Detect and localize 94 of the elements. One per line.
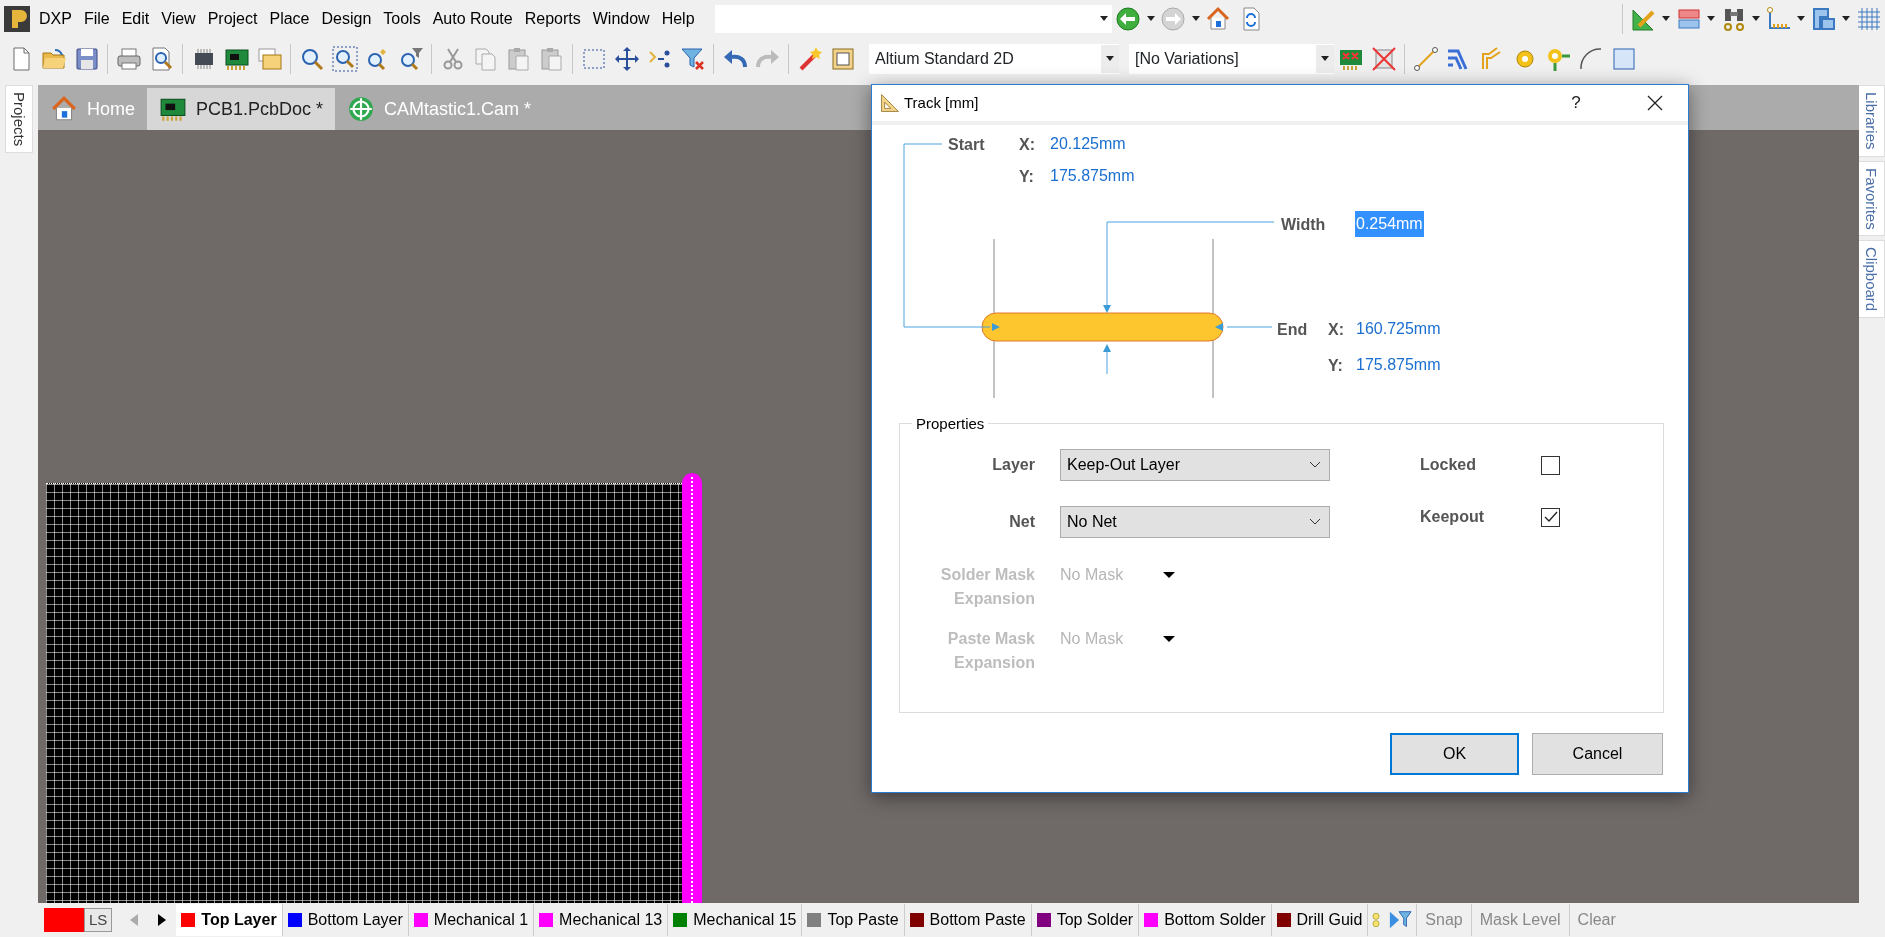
grid-icon[interactable]: [1855, 6, 1882, 32]
menu-item[interactable]: Edit: [115, 7, 156, 31]
align-bars-icon[interactable]: [1675, 6, 1702, 32]
group-title: Properties: [915, 416, 986, 431]
home-icon[interactable]: [1205, 6, 1232, 32]
coordinate-label: X:: [1328, 320, 1344, 340]
start-label: Start: [948, 135, 985, 155]
crossed-chip-icon[interactable]: [1370, 46, 1397, 72]
printer-icon[interactable]: [115, 46, 142, 72]
caret-icon[interactable]: [1662, 16, 1670, 22]
chevron-down-icon: [1309, 518, 1321, 526]
layer-tab[interactable]: Top Solder: [1031, 904, 1140, 936]
side-panel-tab[interactable]: Libraries: [1859, 85, 1885, 157]
back-icon[interactable]: [1115, 6, 1142, 32]
layer-tab[interactable]: Bottom Paste: [904, 904, 1032, 936]
circuit-board-icon[interactable]: [223, 46, 250, 72]
dimension-ruler-icon[interactable]: [1765, 6, 1792, 32]
checkbox[interactable]: [1541, 455, 1560, 475]
caret-icon[interactable]: [1707, 16, 1715, 22]
dropdown[interactable]: No Net: [1060, 506, 1330, 538]
dropdown[interactable]: Keep-Out Layer: [1060, 449, 1330, 481]
end-label: End: [1277, 320, 1308, 340]
caret-icon[interactable]: [1797, 16, 1805, 22]
dropdown-caret-icon[interactable]: [1321, 56, 1329, 62]
layer-tab[interactable]: Bottom Layer: [282, 904, 409, 936]
caret-icon[interactable]: [1146, 16, 1155, 22]
caret-icon[interactable]: [1191, 16, 1200, 22]
help-button[interactable]: ?: [1566, 90, 1586, 116]
field-label: Layer: [991, 455, 1035, 475]
layer-tab[interactable]: Top Paste: [802, 904, 905, 936]
document-tab[interactable]: PCB1.PcbDoc *: [147, 88, 336, 130]
side-panel-tab[interactable]: Projects: [4, 85, 34, 154]
side-panel-tab[interactable]: Clipboard: [1859, 240, 1885, 319]
checkbox-label: Locked: [1420, 455, 1477, 475]
next-icon[interactable]: [157, 914, 168, 926]
ruler-frame-icon[interactable]: [829, 46, 856, 72]
field-label: Paste Mask Expansion: [946, 629, 1035, 673]
address-field[interactable]: [714, 5, 1112, 33]
variant-dropdown[interactable]: [No Variations]: [1129, 44, 1334, 74]
menu-item[interactable]: Tools: [377, 7, 427, 31]
coordinate-label: Y:: [1019, 167, 1034, 187]
coordinate-field[interactable]: 175.875mm: [1049, 163, 1136, 189]
caret-icon: [1163, 635, 1176, 643]
caret-icon[interactable]: [1842, 16, 1850, 22]
layer-tab[interactable]: Drill Guid: [1271, 904, 1369, 936]
coordinate-label: Y:: [1328, 356, 1343, 376]
layer-set-button[interactable]: LS: [84, 908, 113, 932]
arc-icon[interactable]: [1577, 46, 1604, 72]
shapes-icon[interactable]: [1810, 6, 1837, 32]
field-label: Solder Mask Expansion: [939, 565, 1035, 609]
menu-item[interactable]: Design: [315, 7, 378, 31]
close-icon[interactable]: [1647, 95, 1663, 111]
field-label: Net: [1008, 512, 1035, 532]
menu-item[interactable]: DXP: [33, 7, 78, 31]
app-logo-icon[interactable]: [3, 6, 30, 32]
width-label: Width: [1281, 215, 1326, 235]
checkbox-label: Keepout: [1420, 507, 1485, 527]
menu-item[interactable]: File: [77, 7, 116, 31]
menu-item[interactable]: Reports: [518, 7, 587, 31]
menu-item[interactable]: Project: [201, 7, 264, 31]
layer-tab[interactable]: Mechanical 15: [668, 904, 803, 936]
dialog-title: Track [mm]: [904, 92, 979, 113]
menu-item[interactable]: View: [155, 7, 202, 31]
menu-item[interactable]: Window: [586, 7, 656, 31]
house-icon: [50, 95, 78, 123]
menu-item[interactable]: Auto Route: [426, 7, 519, 31]
layer-tab[interactable]: Mechanical 13: [534, 904, 669, 936]
crosshair-circle-icon: [347, 95, 376, 123]
current-layer-swatch[interactable]: [44, 908, 84, 932]
coordinate-label: X:: [1019, 135, 1035, 155]
zoom-area-icon[interactable]: [331, 46, 358, 72]
side-panel-tab[interactable]: Favorites: [1859, 160, 1885, 237]
dialog-button[interactable]: Cancel: [1532, 733, 1663, 775]
checkbox[interactable]: [1541, 507, 1560, 527]
caret-icon: [1163, 571, 1176, 579]
clear-filter-icon[interactable]: [679, 46, 706, 72]
save-icon[interactable]: [73, 46, 100, 72]
coordinate-field[interactable]: 160.725mm: [1355, 316, 1442, 342]
route-line-icon[interactable]: [1412, 46, 1439, 72]
menu-item[interactable]: Place: [263, 7, 316, 31]
dropdown-caret-icon[interactable]: [1106, 56, 1114, 62]
view-mode-dropdown[interactable]: Altium Standard 2D: [869, 44, 1119, 74]
coordinate-field[interactable]: 175.875mm: [1355, 352, 1442, 378]
chevron-down-icon: [1309, 461, 1321, 469]
layer-tab[interactable]: Bottom Solder: [1139, 904, 1272, 936]
layer-tab[interactable]: Top Layer: [176, 904, 283, 936]
menu-item[interactable]: Help: [655, 7, 701, 31]
dropdown-caret-icon[interactable]: [1099, 16, 1108, 22]
dialog-button[interactable]: OK: [1390, 733, 1519, 775]
move-icon[interactable]: [613, 46, 640, 72]
layer-tab[interactable]: Mechanical 1: [408, 904, 535, 936]
open-folder-icon[interactable]: [40, 46, 67, 72]
coordinate-field[interactable]: 20.125mm: [1049, 131, 1127, 157]
caret-icon[interactable]: [1752, 16, 1760, 22]
